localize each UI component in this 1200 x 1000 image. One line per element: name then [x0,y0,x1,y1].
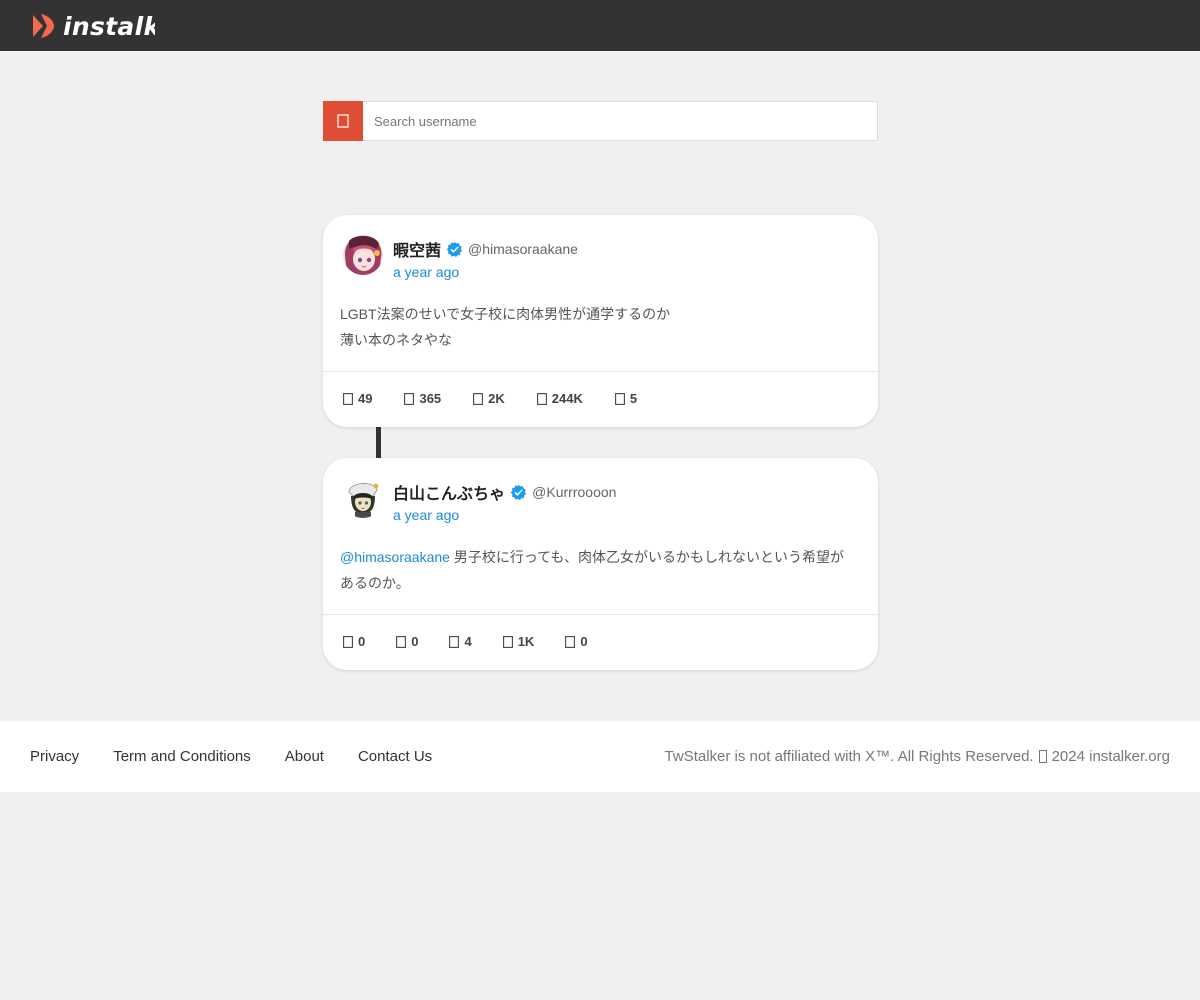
logo-icon [33,14,54,38]
like-count-value: 4 [464,634,472,649]
search-button[interactable] [323,101,363,141]
like-count-value: 2K [488,391,505,406]
view-count[interactable]: 244K [536,391,583,406]
site-footer: Privacy Term and Conditions About Contac… [0,721,1200,792]
like-count[interactable]: 4 [449,634,472,649]
copyright-notice: TwStalker is not affiliated with X™. All… [665,721,1170,792]
tweet-text-fragment: 男子校に行っても、肉体乙女がいるかもしれないという希望が [449,549,845,565]
bookmark-icon [614,392,625,405]
mention-link[interactable]: @himasoraakane [340,549,450,565]
top-navbar: instalker [0,0,1200,51]
copyright-text: TwStalker is not affiliated with X™. All… [664,748,1034,765]
author-handle[interactable]: @himasoraakane [468,241,578,257]
tweet-text-line: あるのか。 [340,575,410,591]
bookmark-icon [565,635,576,648]
bookmark-count[interactable]: 5 [614,391,638,406]
bookmark-count-value: 5 [629,391,638,406]
tweet-stats: 0 0 4 1K 0 [343,634,619,649]
reply-count-value: 49 [358,391,373,406]
bookmark-count[interactable]: 0 [565,634,588,649]
divider [323,371,878,372]
retweet-icon [396,635,407,648]
author-display-name[interactable]: 白山こんぶちゃ [393,480,505,504]
reply-icon [343,635,353,648]
footer-link-terms[interactable]: Term and Conditions [113,748,251,765]
views-icon [502,635,513,648]
search-bar [323,101,878,141]
divider [323,614,878,615]
site-logo[interactable]: instalker [30,12,155,40]
author-row: 白山こんぶちゃ @Kurrroooon [393,480,616,504]
retweet-count-value: 0 [411,634,419,649]
retweet-count[interactable]: 365 [404,391,441,406]
bookmark-count-value: 0 [580,634,588,649]
retweet-count[interactable]: 0 [396,634,418,649]
like-icon [473,392,484,405]
footer-link-privacy[interactable]: Privacy [30,748,79,765]
reply-count[interactable]: 0 [343,634,365,649]
avatar[interactable] [343,478,383,518]
tweet-card: 白山こんぶちゃ @Kurrroooon a year ago @himasora… [323,458,878,670]
author-row: 暇空茜 @himasoraakane [393,237,578,261]
view-count[interactable]: 1K [502,634,535,649]
avatar[interactable] [343,235,383,275]
author-display-name[interactable]: 暇空茜 [393,237,441,261]
tweet-stats: 49 365 2K 244K 5 [343,391,669,406]
copyright-icon [1038,750,1047,763]
reply-count-value: 0 [358,634,366,649]
footer-link-contact[interactable]: Contact Us [358,748,432,765]
view-count-value: 244K [551,391,583,406]
footer-links: Privacy Term and Conditions About Contac… [30,721,466,792]
retweet-icon [404,392,415,405]
tweet-timestamp[interactable]: a year ago [393,264,459,280]
reply-icon [343,392,353,405]
tweet-text-line: 薄い本のネタやな [340,332,452,348]
author-handle[interactable]: @Kurrroooon [532,484,616,500]
footer-link-about[interactable]: About [285,748,324,765]
view-count-value: 1K [517,634,535,649]
search-icon [337,114,349,128]
tweet-text: LGBT法案のせいで女子校に肉体男性が通学するのか 薄い本のネタやな [340,301,860,353]
tweet-text-line: LGBT法案のせいで女子校に肉体男性が通学するのか [340,306,671,322]
tweet-text-line: @himasoraakane 男子校に行っても、肉体乙女がいるかもしれないという… [340,544,860,570]
reply-count[interactable]: 49 [343,391,372,406]
tweet-card: 暇空茜 @himasoraakane a year ago LGBT法案のせいで… [323,215,878,427]
like-icon [449,635,460,648]
views-icon [536,392,547,405]
verified-badge-icon [446,241,463,257]
retweet-count-value: 365 [419,391,442,406]
thread-connector-line [376,427,381,459]
search-input[interactable] [363,102,877,140]
tweet-text: @himasoraakane 男子校に行っても、肉体乙女がいるかもしれないという… [340,544,860,596]
like-count[interactable]: 2K [473,391,505,406]
copyright-year-site: 2024 instalker.org [1051,748,1170,765]
tweet-timestamp[interactable]: a year ago [393,507,459,523]
verified-badge-icon [510,484,527,500]
logo-text: instalker [63,12,155,40]
